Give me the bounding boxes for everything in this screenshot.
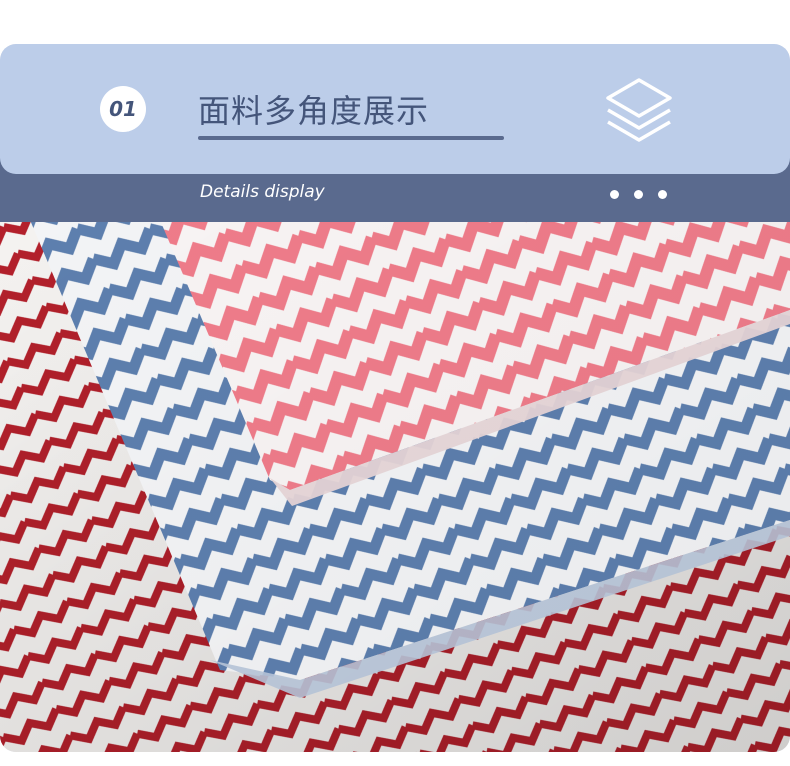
layers-icon	[606, 78, 672, 142]
section-title: 面料多角度展示	[198, 92, 430, 130]
pagination-dots	[610, 190, 667, 199]
section-subtitle: Details display	[200, 182, 325, 202]
header-top-panel: 01 面料多角度展示	[0, 44, 790, 174]
product-detail-card: 01 面料多角度展示 Details display	[0, 44, 790, 752]
dot	[610, 190, 619, 199]
section-number-badge: 01	[100, 86, 146, 132]
section-number: 01	[109, 97, 137, 121]
fabric-photo	[0, 220, 790, 752]
title-underline	[198, 136, 504, 140]
dot	[658, 190, 667, 199]
dot	[634, 190, 643, 199]
